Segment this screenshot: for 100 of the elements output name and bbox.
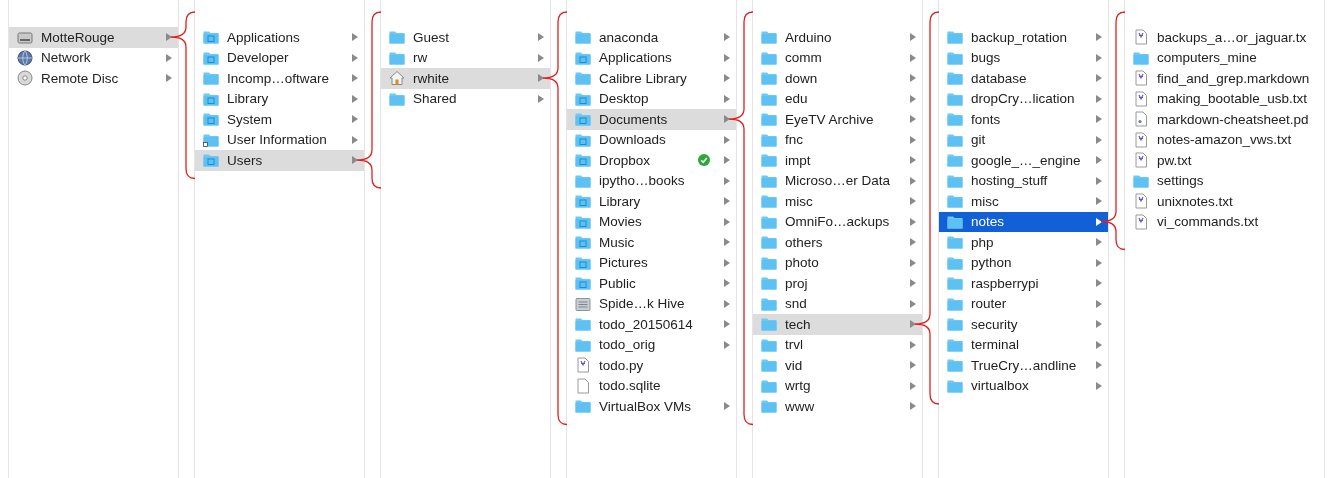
file-list-item[interactable]: OmniFo…ackups xyxy=(753,211,922,232)
disclosure-arrow-icon xyxy=(166,33,172,42)
file-list-item[interactable]: unixnotes.txt xyxy=(1125,191,1324,212)
file-list-item[interactable]: google_…_engine xyxy=(939,150,1108,171)
disclosure-arrow-icon xyxy=(724,176,730,185)
file-list-item[interactable]: wrtg xyxy=(753,375,922,396)
file-list-item[interactable]: todo_orig xyxy=(567,334,736,355)
file-list-item[interactable]: rwhite xyxy=(381,68,550,89)
disclosure-arrow-icon xyxy=(724,156,730,165)
disclosure-arrow-icon xyxy=(352,33,358,42)
file-list-item[interactable]: User Information xyxy=(195,129,364,150)
file-list-item[interactable]: www xyxy=(753,396,922,417)
item-name: Music xyxy=(599,234,636,250)
file-list-item[interactable]: settings xyxy=(1125,170,1324,191)
file-list-item[interactable]: Developer xyxy=(195,47,364,68)
item-name: TrueCry…andline xyxy=(971,357,1078,373)
file-list-item[interactable]: Arduino xyxy=(753,27,922,48)
folder-icon xyxy=(761,70,777,87)
file-list-item[interactable]: Movies xyxy=(567,211,736,232)
file-list-item[interactable]: impt xyxy=(753,150,922,171)
file-list-item[interactable]: Library xyxy=(195,88,364,109)
disclosure-arrow-icon xyxy=(910,340,916,349)
file-list-item[interactable]: computers_mine xyxy=(1125,47,1324,68)
file-list-item[interactable]: snd xyxy=(753,293,922,314)
file-list-item[interactable]: Applications xyxy=(567,47,736,68)
folder-icon xyxy=(761,152,777,169)
file-list-item[interactable]: tech xyxy=(753,314,922,335)
file-list-item[interactable]: anaconda xyxy=(567,27,736,48)
file-list-item[interactable]: python xyxy=(939,252,1108,273)
file-list-item[interactable]: notes-amazon_vws.txt xyxy=(1125,129,1324,150)
file-list-item[interactable]: Applications xyxy=(195,27,364,48)
file-list-item[interactable]: System xyxy=(195,109,364,130)
file-list-item[interactable]: misc xyxy=(939,191,1108,212)
file-list-item[interactable]: Guest xyxy=(381,27,550,48)
file-list-item[interactable]: Music xyxy=(567,232,736,253)
file-list-item[interactable]: others xyxy=(753,232,922,253)
file-list-item[interactable]: dropCry…lication xyxy=(939,88,1108,109)
disclosure-arrow-icon xyxy=(1096,135,1102,144)
file-list-item[interactable]: Documents xyxy=(567,109,736,130)
file-list-item[interactable]: virtualbox xyxy=(939,375,1108,396)
file-list-item[interactable]: fnc xyxy=(753,129,922,150)
item-name: vi_commands.txt xyxy=(1157,214,1260,230)
file-list-item[interactable]: todo.py xyxy=(567,355,736,376)
file-list-item[interactable]: Public xyxy=(567,273,736,294)
file-list-item[interactable]: Spide…k Hive xyxy=(567,293,736,314)
disclosure-arrow-icon xyxy=(724,279,730,288)
file-list-item[interactable]: Network xyxy=(9,47,178,68)
file-list-item[interactable]: markdown-cheatsheet.pd xyxy=(1125,109,1324,130)
file-list-item[interactable]: vi_commands.txt xyxy=(1125,211,1324,232)
file-list-item[interactable]: Library xyxy=(567,191,736,212)
disc-icon xyxy=(17,70,33,87)
file-list-item[interactable]: raspberrypi xyxy=(939,273,1108,294)
file-list-item[interactable]: router xyxy=(939,293,1108,314)
file-list-item[interactable]: todo.sqlite xyxy=(567,375,736,396)
file-list-item[interactable]: backup_rotation xyxy=(939,27,1108,48)
file-list-item[interactable]: TrueCry…andline xyxy=(939,355,1108,376)
file-list-item[interactable]: Microso…er Data xyxy=(753,170,922,191)
file-list-item[interactable]: php xyxy=(939,232,1108,253)
file-list-item[interactable]: Pictures xyxy=(567,252,736,273)
file-list-item[interactable]: comm xyxy=(753,47,922,68)
item-name: comm xyxy=(785,50,823,66)
document-icon xyxy=(1133,29,1149,46)
file-list-item[interactable]: MotteRouge xyxy=(9,27,178,48)
file-list-item[interactable]: edu xyxy=(753,88,922,109)
file-list-item[interactable]: bugs xyxy=(939,47,1108,68)
file-list-item[interactable]: trvl xyxy=(753,334,922,355)
disclosure-arrow-icon xyxy=(910,361,916,370)
file-list-item[interactable]: security xyxy=(939,314,1108,335)
file-list-item[interactable]: pw.txt xyxy=(1125,150,1324,171)
file-list-item[interactable]: ipytho…books xyxy=(567,170,736,191)
file-list-item[interactable]: terminal xyxy=(939,334,1108,355)
file-list-item[interactable]: photo xyxy=(753,252,922,273)
item-name: fnc xyxy=(785,132,804,148)
file-list-item[interactable]: Dropbox xyxy=(567,150,736,171)
file-list-item[interactable]: Incomp…oftware xyxy=(195,68,364,89)
file-list-item[interactable]: hosting_stuff xyxy=(939,170,1108,191)
file-list-item[interactable]: notes xyxy=(939,211,1108,232)
file-list-item[interactable]: making_bootable_usb.txt xyxy=(1125,88,1324,109)
file-list-item[interactable]: down xyxy=(753,68,922,89)
file-list-item[interactable]: git xyxy=(939,129,1108,150)
item-name: rwhite xyxy=(413,70,450,86)
file-list-item[interactable]: Calibre Library xyxy=(567,68,736,89)
file-list-item[interactable]: Users xyxy=(195,150,364,171)
item-name: google_…_engine xyxy=(971,152,1082,168)
file-list-item[interactable]: VirtualBox VMs xyxy=(567,396,736,417)
file-list-item[interactable]: misc xyxy=(753,191,922,212)
document-icon xyxy=(1133,111,1149,128)
file-list-item[interactable]: proj xyxy=(753,273,922,294)
file-list-item[interactable]: Downloads xyxy=(567,129,736,150)
file-list-item[interactable]: database xyxy=(939,68,1108,89)
file-list-item[interactable]: vid xyxy=(753,355,922,376)
file-list-item[interactable]: Remote Disc xyxy=(9,68,178,89)
file-list-item[interactable]: backups_a…or_jaguar.tx xyxy=(1125,27,1324,48)
file-list-item[interactable]: find_and_grep.markdown xyxy=(1125,68,1324,89)
file-list-item[interactable]: fonts xyxy=(939,109,1108,130)
file-list-item[interactable]: rw xyxy=(381,47,550,68)
file-list-item[interactable]: EyeTV Archive xyxy=(753,109,922,130)
file-list-item[interactable]: Shared xyxy=(381,88,550,109)
file-list-item[interactable]: Desktop xyxy=(567,88,736,109)
file-list-item[interactable]: todo_20150614 xyxy=(567,314,736,335)
